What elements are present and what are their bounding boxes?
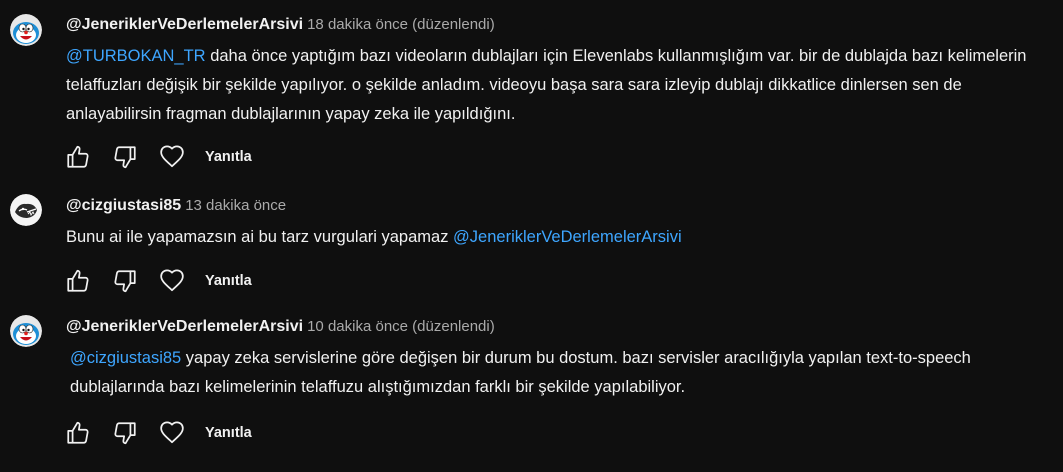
- dark-creature-avatar-icon[interactable]: [10, 194, 42, 226]
- comment-actions: Yanıtla: [62, 141, 252, 173]
- comment-header: @JeneriklerVeDerlemelerArsivi 10 dakika ö…: [66, 317, 495, 337]
- comment-timestamp[interactable]: 13 dakika önce: [185, 197, 286, 214]
- mention-link[interactable]: @cizgiustasi85: [70, 349, 181, 367]
- dislike-icon[interactable]: [109, 417, 141, 449]
- like-icon[interactable]: [62, 417, 94, 449]
- like-icon[interactable]: [62, 265, 94, 297]
- reply-button[interactable]: Yanıtla: [205, 149, 252, 165]
- comment-author[interactable]: @JeneriklerVeDerlemelerArsivi: [66, 16, 303, 33]
- comment-3: @JeneriklerVeDerlemelerArsivi 10 dakika ö…: [0, 310, 1063, 472]
- comment-body: daha önce yaptığım bazı videoların dubla…: [66, 47, 1027, 123]
- mention-link[interactable]: @JeneriklerVeDerlemelerArsivi: [453, 228, 682, 246]
- mention-link[interactable]: @TURBOKAN_TR: [66, 47, 206, 65]
- comment-author[interactable]: @JeneriklerVeDerlemelerArsivi: [66, 318, 303, 335]
- comment-header: @cizgiustasi85 13 dakika önce: [66, 196, 286, 216]
- comment-timestamp[interactable]: 10 dakika önce (düzenlendi): [307, 318, 495, 335]
- comment-author[interactable]: @cizgiustasi85: [66, 197, 181, 214]
- comment-2: @cizgiustasi85 13 dakika önce Bunu ai ile…: [0, 180, 1063, 310]
- comment-body: yapay zeka servislerine göre değişen bir…: [70, 349, 971, 396]
- comment-text: Bunu ai ile yapamazsın ai bu tarz vurgul…: [66, 223, 1046, 252]
- comment-text: @cizgiustasi85 yapay zeka servislerine g…: [70, 344, 1045, 402]
- comment-actions: Yanıtla: [62, 265, 252, 297]
- comment-header: @JeneriklerVeDerlemelerArsivi 18 dakika ö…: [66, 15, 495, 35]
- comment-actions: Yanıtla: [62, 417, 252, 449]
- dislike-icon[interactable]: [109, 141, 141, 173]
- dislike-icon[interactable]: [109, 265, 141, 297]
- comment-timestamp[interactable]: 18 dakika önce (düzenlendi): [307, 16, 495, 33]
- comment-body: Bunu ai ile yapamazsın ai bu tarz vurgul…: [66, 228, 454, 246]
- doraemon-avatar-icon[interactable]: [10, 315, 42, 347]
- comment-text: @TURBOKAN_TR daha önce yaptığım bazı vid…: [66, 42, 1046, 129]
- reply-button[interactable]: Yanıtla: [205, 273, 252, 289]
- reply-button[interactable]: Yanıtla: [205, 425, 252, 441]
- heart-icon[interactable]: [156, 417, 188, 449]
- comment-1: @JeneriklerVeDerlemelerArsivi 18 dakika ö…: [0, 0, 1063, 180]
- heart-icon[interactable]: [156, 141, 188, 173]
- heart-icon[interactable]: [156, 265, 188, 297]
- like-icon[interactable]: [62, 141, 94, 173]
- doraemon-avatar-icon[interactable]: [10, 14, 42, 46]
